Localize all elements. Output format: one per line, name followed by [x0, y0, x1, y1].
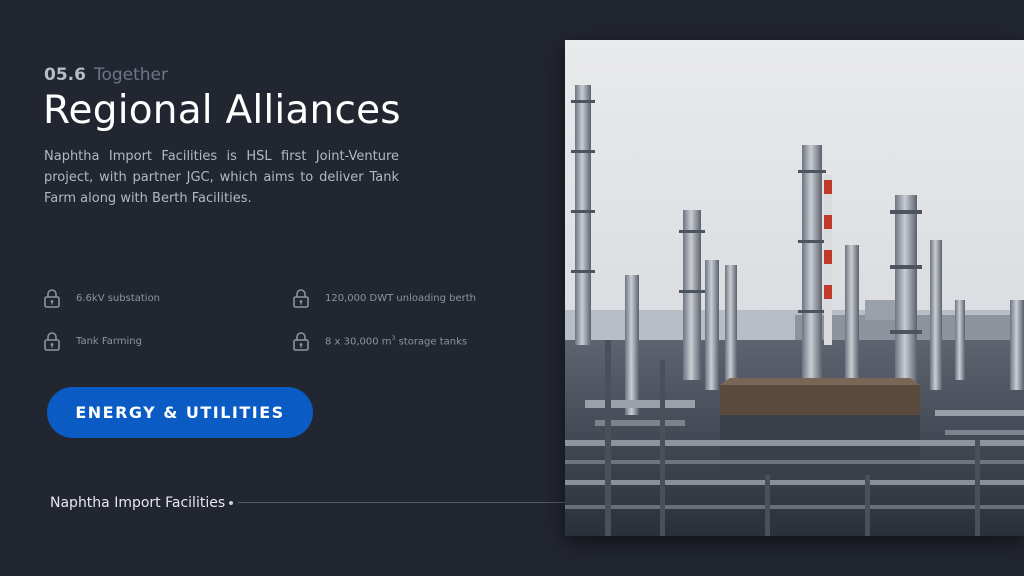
feature-label: 120,000 DWT unloading berth	[325, 292, 476, 304]
page-title: Regional Alliances	[43, 88, 401, 133]
section-name: Together	[93, 65, 168, 85]
project-description: Naphtha Import Facilities is HSL first J…	[44, 149, 399, 206]
section-label: 05.6 Together	[44, 64, 168, 86]
lock-icon	[44, 289, 60, 308]
caption-dot	[229, 501, 233, 505]
feature-label-suffix: storage tanks	[395, 336, 468, 348]
feature-item-substation: 6.6kV substation	[44, 288, 160, 308]
feature-label: 6.6kV substation	[76, 292, 161, 304]
caption-connector-line	[238, 502, 568, 503]
feature-label: Tank Farming	[76, 335, 142, 347]
photo-caption: Naphtha Import Facilities	[50, 495, 226, 511]
energy-utilities-button[interactable]: ENERGY & UTILITIES	[47, 387, 313, 438]
feature-item-tank-farming: Tank Farming	[44, 331, 142, 351]
refinery-photo	[565, 40, 1024, 536]
feature-label: 8 x 30,000 m3 storage tanks	[325, 335, 467, 347]
lock-icon	[293, 332, 309, 351]
lock-icon	[293, 289, 309, 308]
feature-item-storage-tanks: 8 x 30,000 m3 storage tanks	[293, 331, 467, 351]
lock-icon	[44, 332, 60, 351]
refinery-illustration	[565, 40, 1024, 536]
section-number: 05.6	[44, 65, 86, 85]
feature-label-prefix: 8 x 30,000 m	[325, 336, 392, 348]
feature-item-berth: 120,000 DWT unloading berth	[293, 288, 476, 308]
